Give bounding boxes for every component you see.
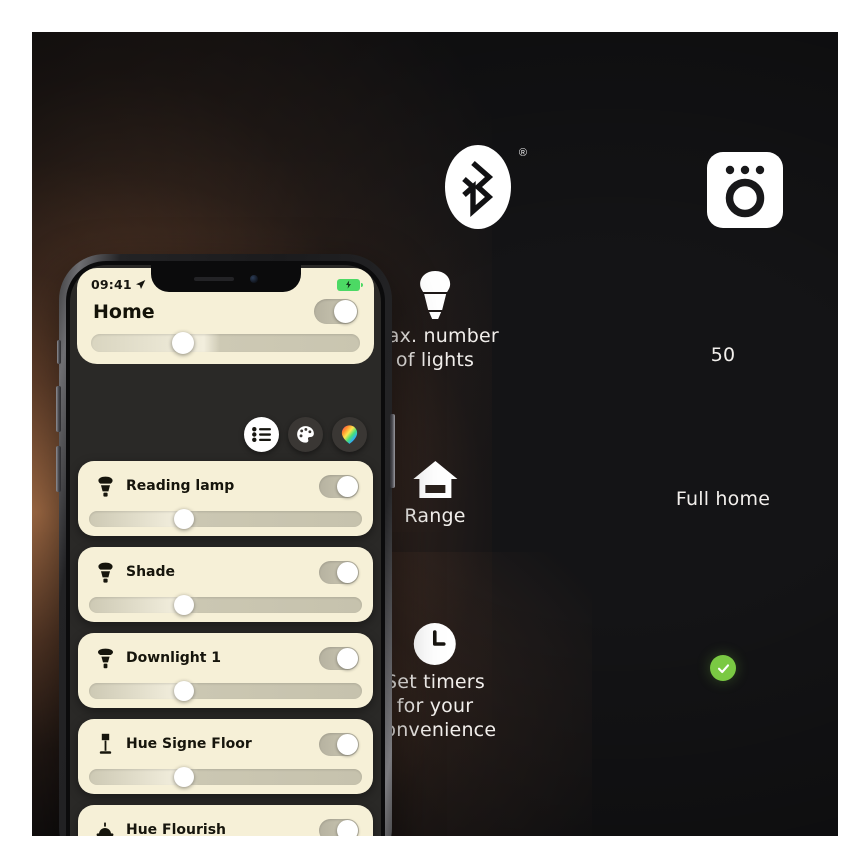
light-card[interactable]: Hue Signe Floor xyxy=(78,719,373,794)
tab-colors[interactable] xyxy=(332,417,367,452)
light-card-row: Reading lamp xyxy=(78,470,373,502)
light-name: Downlight 1 xyxy=(126,650,222,666)
phone-bezel: 09:41 Home Reading lamp Shade Downlight … xyxy=(66,261,385,836)
home-brightness-slider[interactable] xyxy=(91,332,360,354)
bulb-downlight-icon xyxy=(92,648,118,669)
slider-knob[interactable] xyxy=(173,767,194,787)
house-icon xyxy=(412,461,457,498)
light-brightness-slider[interactable] xyxy=(89,681,362,701)
light-power-toggle[interactable] xyxy=(319,732,359,756)
phone-volume-down-button[interactable] xyxy=(56,446,61,492)
scene-stage: ® 10 Max. number of lights 50 1 room xyxy=(32,32,838,836)
view-mode-tabs xyxy=(244,417,367,452)
light-name: Shade xyxy=(126,564,176,580)
hue-bridge-badge xyxy=(705,150,785,230)
slider-knob[interactable] xyxy=(173,509,194,529)
light-card[interactable]: Reading lamp xyxy=(78,461,373,536)
slider-knob[interactable] xyxy=(171,332,194,354)
home-title-row: Home xyxy=(77,295,374,324)
toggle-knob xyxy=(337,561,358,583)
light-power-toggle[interactable] xyxy=(319,474,359,498)
check-icon xyxy=(717,663,729,673)
list-icon xyxy=(252,427,271,442)
range-caption-line1: Range xyxy=(404,505,466,527)
tab-scenes[interactable] xyxy=(288,417,323,452)
phone-volume-up-button[interactable] xyxy=(56,386,61,432)
slider-knob[interactable] xyxy=(173,681,194,701)
bulb-spot-icon xyxy=(92,476,118,497)
light-card[interactable]: Shade xyxy=(78,547,373,622)
toggle-knob xyxy=(334,300,357,323)
slider-knob[interactable] xyxy=(173,595,194,615)
charging-bolt-icon xyxy=(346,280,351,289)
palette-icon xyxy=(297,426,314,443)
light-brightness-slider[interactable] xyxy=(89,767,362,787)
status-badge-supported xyxy=(710,655,736,681)
bluetooth-icon xyxy=(445,145,511,229)
phone-power-button[interactable] xyxy=(390,414,395,488)
hue-bridge-icon xyxy=(707,152,783,228)
light-power-toggle[interactable] xyxy=(319,560,359,584)
light-bulb-icon xyxy=(420,271,450,319)
registered-trademark-mark: ® xyxy=(518,147,527,159)
phone-mute-switch[interactable] xyxy=(57,340,61,364)
battery-charging-icon xyxy=(337,278,363,291)
range-right-value: Full home xyxy=(675,488,771,510)
light-power-toggle[interactable] xyxy=(319,818,359,836)
light-brightness-slider[interactable] xyxy=(89,595,362,615)
light-card[interactable]: Downlight 1 xyxy=(78,633,373,708)
light-card-row: Shade xyxy=(78,556,373,588)
toggle-knob xyxy=(337,819,358,836)
phone-screen: 09:41 Home Reading lamp Shade Downlight … xyxy=(70,265,381,836)
earpiece-speaker xyxy=(193,276,234,281)
light-power-toggle[interactable] xyxy=(319,646,359,670)
clock-icon xyxy=(414,623,456,665)
page-title: Home xyxy=(93,300,155,323)
light-list[interactable]: Reading lamp Shade Downlight 1 Hue Signe Fl… xyxy=(78,461,373,836)
light-card-row: Hue Flourish xyxy=(78,814,373,836)
tab-lights[interactable] xyxy=(244,417,279,452)
status-bar-time: 09:41 xyxy=(91,277,132,292)
timers-right-badge xyxy=(608,655,838,681)
location-arrow-icon xyxy=(135,280,146,289)
light-name: Hue Signe Floor xyxy=(126,736,252,752)
light-card-row: Downlight 1 xyxy=(78,642,373,674)
toggle-knob xyxy=(337,647,358,669)
light-name: Reading lamp xyxy=(126,478,235,494)
timers-caption-line1: Set timers xyxy=(385,671,485,693)
light-card[interactable]: Hue Flourish xyxy=(78,805,373,836)
light-card-row: Hue Signe Floor xyxy=(78,728,373,760)
bulb-spot-icon xyxy=(92,562,118,583)
color-pin-icon xyxy=(341,425,358,444)
timers-caption-line3: convenience xyxy=(373,719,497,741)
phone-mockup: 09:41 Home Reading lamp Shade Downlight … xyxy=(56,254,395,836)
range-center: Range xyxy=(404,460,465,528)
pendant-lamp-icon xyxy=(92,822,118,836)
light-name: Hue Flourish xyxy=(126,822,227,836)
max-lights-right-value: 50 xyxy=(710,344,736,366)
light-brightness-slider[interactable] xyxy=(89,509,362,529)
timers-center: Set timers for your convenience xyxy=(374,622,496,742)
bluetooth-badge: ® xyxy=(445,145,527,229)
home-power-toggle[interactable] xyxy=(314,299,358,324)
timers-caption-line2: for your xyxy=(396,695,474,717)
toggle-knob xyxy=(337,733,358,755)
floor-lamp-icon xyxy=(92,733,118,755)
front-camera-icon xyxy=(249,274,258,283)
phone-notch xyxy=(150,265,301,292)
toggle-knob xyxy=(337,475,358,497)
